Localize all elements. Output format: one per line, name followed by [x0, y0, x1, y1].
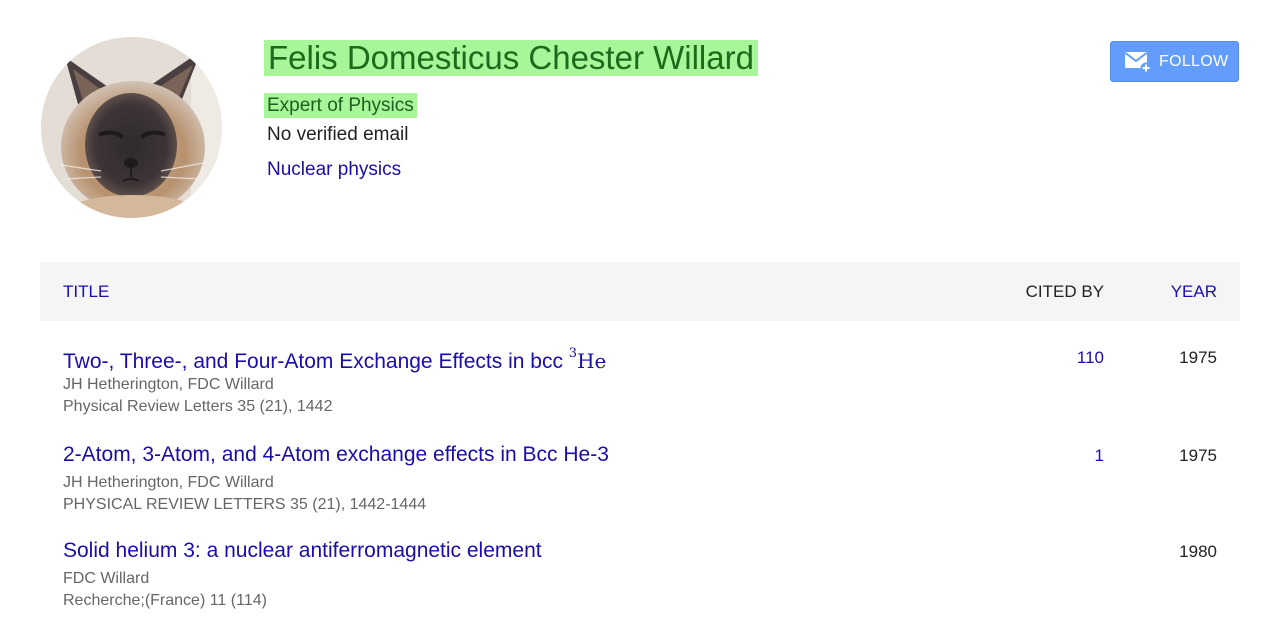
publication-year: 1980 — [1179, 542, 1217, 561]
cited-by-link[interactable]: 110 — [1077, 346, 1104, 370]
sort-by-year[interactable]: YEAR — [1171, 262, 1217, 321]
publication-venue: Physical Review Letters 35 (21), 1442 — [63, 398, 333, 415]
publication-title-link[interactable]: Two-, Three-, and Four-Atom Exchange Eff… — [63, 343, 606, 376]
follow-button[interactable]: FOLLOW — [1110, 41, 1239, 82]
follow-button-label: FOLLOW — [1159, 52, 1229, 70]
profile-page: Felis Domesticus Chester Willard Expert … — [0, 0, 1280, 641]
profile-name: Felis Domesticus Chester Willard — [264, 40, 758, 76]
table-row: Solid helium 3: a nuclear antiferromagne… — [40, 537, 1240, 629]
profile-affiliation: Expert of Physics — [264, 93, 417, 118]
publication-year: 1975 — [1179, 348, 1217, 367]
cited-by-link[interactable]: 1 — [1095, 444, 1104, 468]
table-row: 2-Atom, 3-Atom, and 4-Atom exchange effe… — [40, 441, 1240, 533]
publication-venue: Recherche;(France) 11 (114) — [63, 592, 267, 609]
publications-table-header: TITLE CITED BY YEAR — [40, 262, 1240, 321]
title-text: Two-, Three-, and Four-Atom Exchange Eff… — [63, 350, 569, 373]
mail-plus-icon — [1124, 51, 1152, 73]
publication-title-link[interactable]: Solid helium 3: a nuclear antiferromagne… — [63, 537, 542, 565]
cat-photo-icon — [41, 37, 222, 218]
email-status: No verified email — [267, 124, 409, 145]
research-interest-link[interactable]: Nuclear physics — [267, 157, 401, 182]
publication-authors: JH Hetherington, FDC Willard — [63, 474, 274, 491]
cited-by-header: CITED BY — [1025, 282, 1104, 301]
publication-authors: JH Hetherington, FDC Willard — [63, 376, 274, 393]
sort-by-title[interactable]: TITLE — [63, 262, 109, 321]
publication-venue: PHYSICAL REVIEW LETTERS 35 (21), 1442-14… — [63, 496, 427, 513]
title-chem-symbol: He — [577, 349, 607, 373]
publication-title-link[interactable]: 2-Atom, 3-Atom, and 4-Atom exchange effe… — [63, 441, 609, 469]
title-superscript: 3 — [568, 346, 578, 361]
avatar — [41, 37, 222, 218]
table-row: Two-, Three-, and Four-Atom Exchange Eff… — [40, 343, 1240, 435]
publication-year: 1975 — [1179, 446, 1217, 465]
publication-authors: FDC Willard — [63, 570, 150, 587]
